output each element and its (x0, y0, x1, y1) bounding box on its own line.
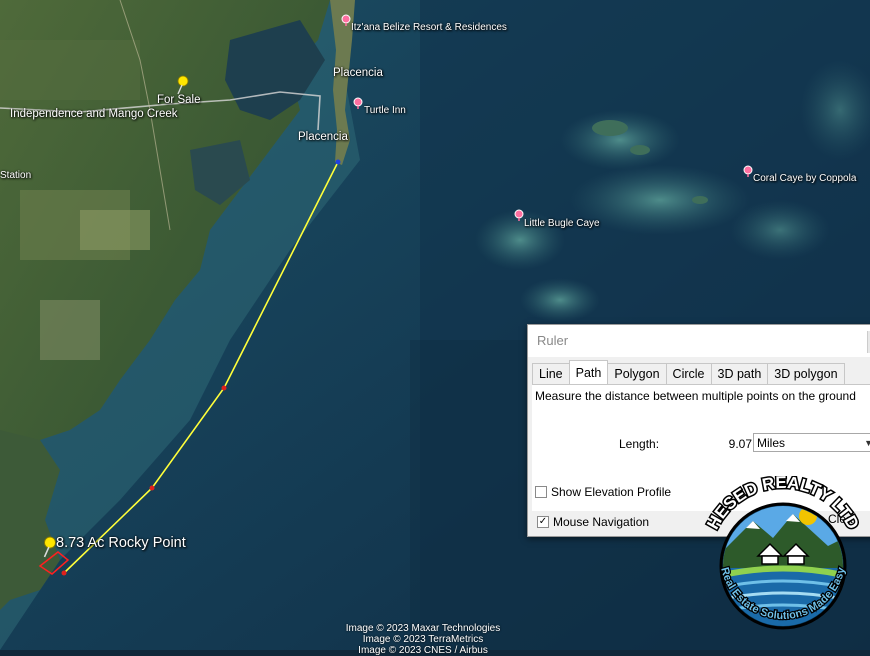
label-coral-caye[interactable]: Coral Caye by Coppola (753, 173, 856, 184)
tab-line[interactable]: Line (532, 363, 570, 384)
mouse-navigation-checkbox[interactable]: ✓ Mouse Navigation (537, 515, 649, 529)
unit-select[interactable]: Miles ▼ (753, 433, 870, 452)
tab-path[interactable]: Path (568, 360, 609, 384)
tab-3d-polygon[interactable]: 3D polygon (767, 363, 845, 384)
ruler-title: Ruler (528, 325, 870, 357)
credit-line-3: Image © 2023 CNES / Airbus (358, 645, 488, 656)
checkmark-icon[interactable]: ✓ (537, 516, 549, 528)
length-label: Length: (619, 437, 660, 451)
path-node (61, 570, 67, 576)
ruler-description: Measure the distance between multiple po… (535, 389, 856, 403)
tab-3d-path[interactable]: 3D path (710, 363, 769, 384)
label-rocky-point[interactable]: 8.73 Ac Rocky Point (56, 535, 186, 551)
label-turtle-inn[interactable]: Turtle Inn (364, 105, 406, 116)
label-itzana[interactable]: Itz'ana Belize Resort & Residences (351, 22, 507, 33)
ruler-tabs: Line Path Polygon Circle 3D path 3D poly… (532, 360, 845, 384)
label-station[interactable]: Station (0, 170, 31, 181)
label-little-bugle[interactable]: Little Bugle Caye (524, 218, 600, 229)
mouse-navigation-label: Mouse Navigation (553, 515, 650, 529)
label-placencia-point[interactable]: Placencia (298, 131, 348, 143)
label-for-sale[interactable]: For Sale (157, 94, 200, 106)
placemark-icon[interactable] (352, 97, 364, 109)
hesed-realty-logo: HESED REALTY LTD Real Estate Solutions M… (702, 476, 864, 630)
path-node (149, 485, 155, 491)
label-placencia-town[interactable]: Placencia (333, 67, 383, 79)
unit-select-value: Miles (757, 436, 786, 450)
chevron-down-icon: ▼ (864, 438, 870, 448)
show-elevation-checkbox[interactable]: Show Elevation Profile (535, 485, 671, 499)
path-node (335, 159, 341, 165)
pushpin-icon[interactable] (174, 75, 192, 95)
checkbox-box[interactable] (535, 486, 547, 498)
credit-line-1: Image © 2023 Maxar Technologies (345, 623, 501, 634)
credit-line-2: Image © 2023 TerraMetrics (362, 634, 484, 645)
show-elevation-label: Show Elevation Profile (551, 485, 672, 499)
length-value: 9.07 (728, 437, 752, 451)
label-independence[interactable]: Independence and Mango Creek (10, 108, 178, 120)
tab-circle[interactable]: Circle (665, 363, 712, 384)
path-node (221, 385, 227, 391)
tab-polygon[interactable]: Polygon (607, 363, 667, 384)
